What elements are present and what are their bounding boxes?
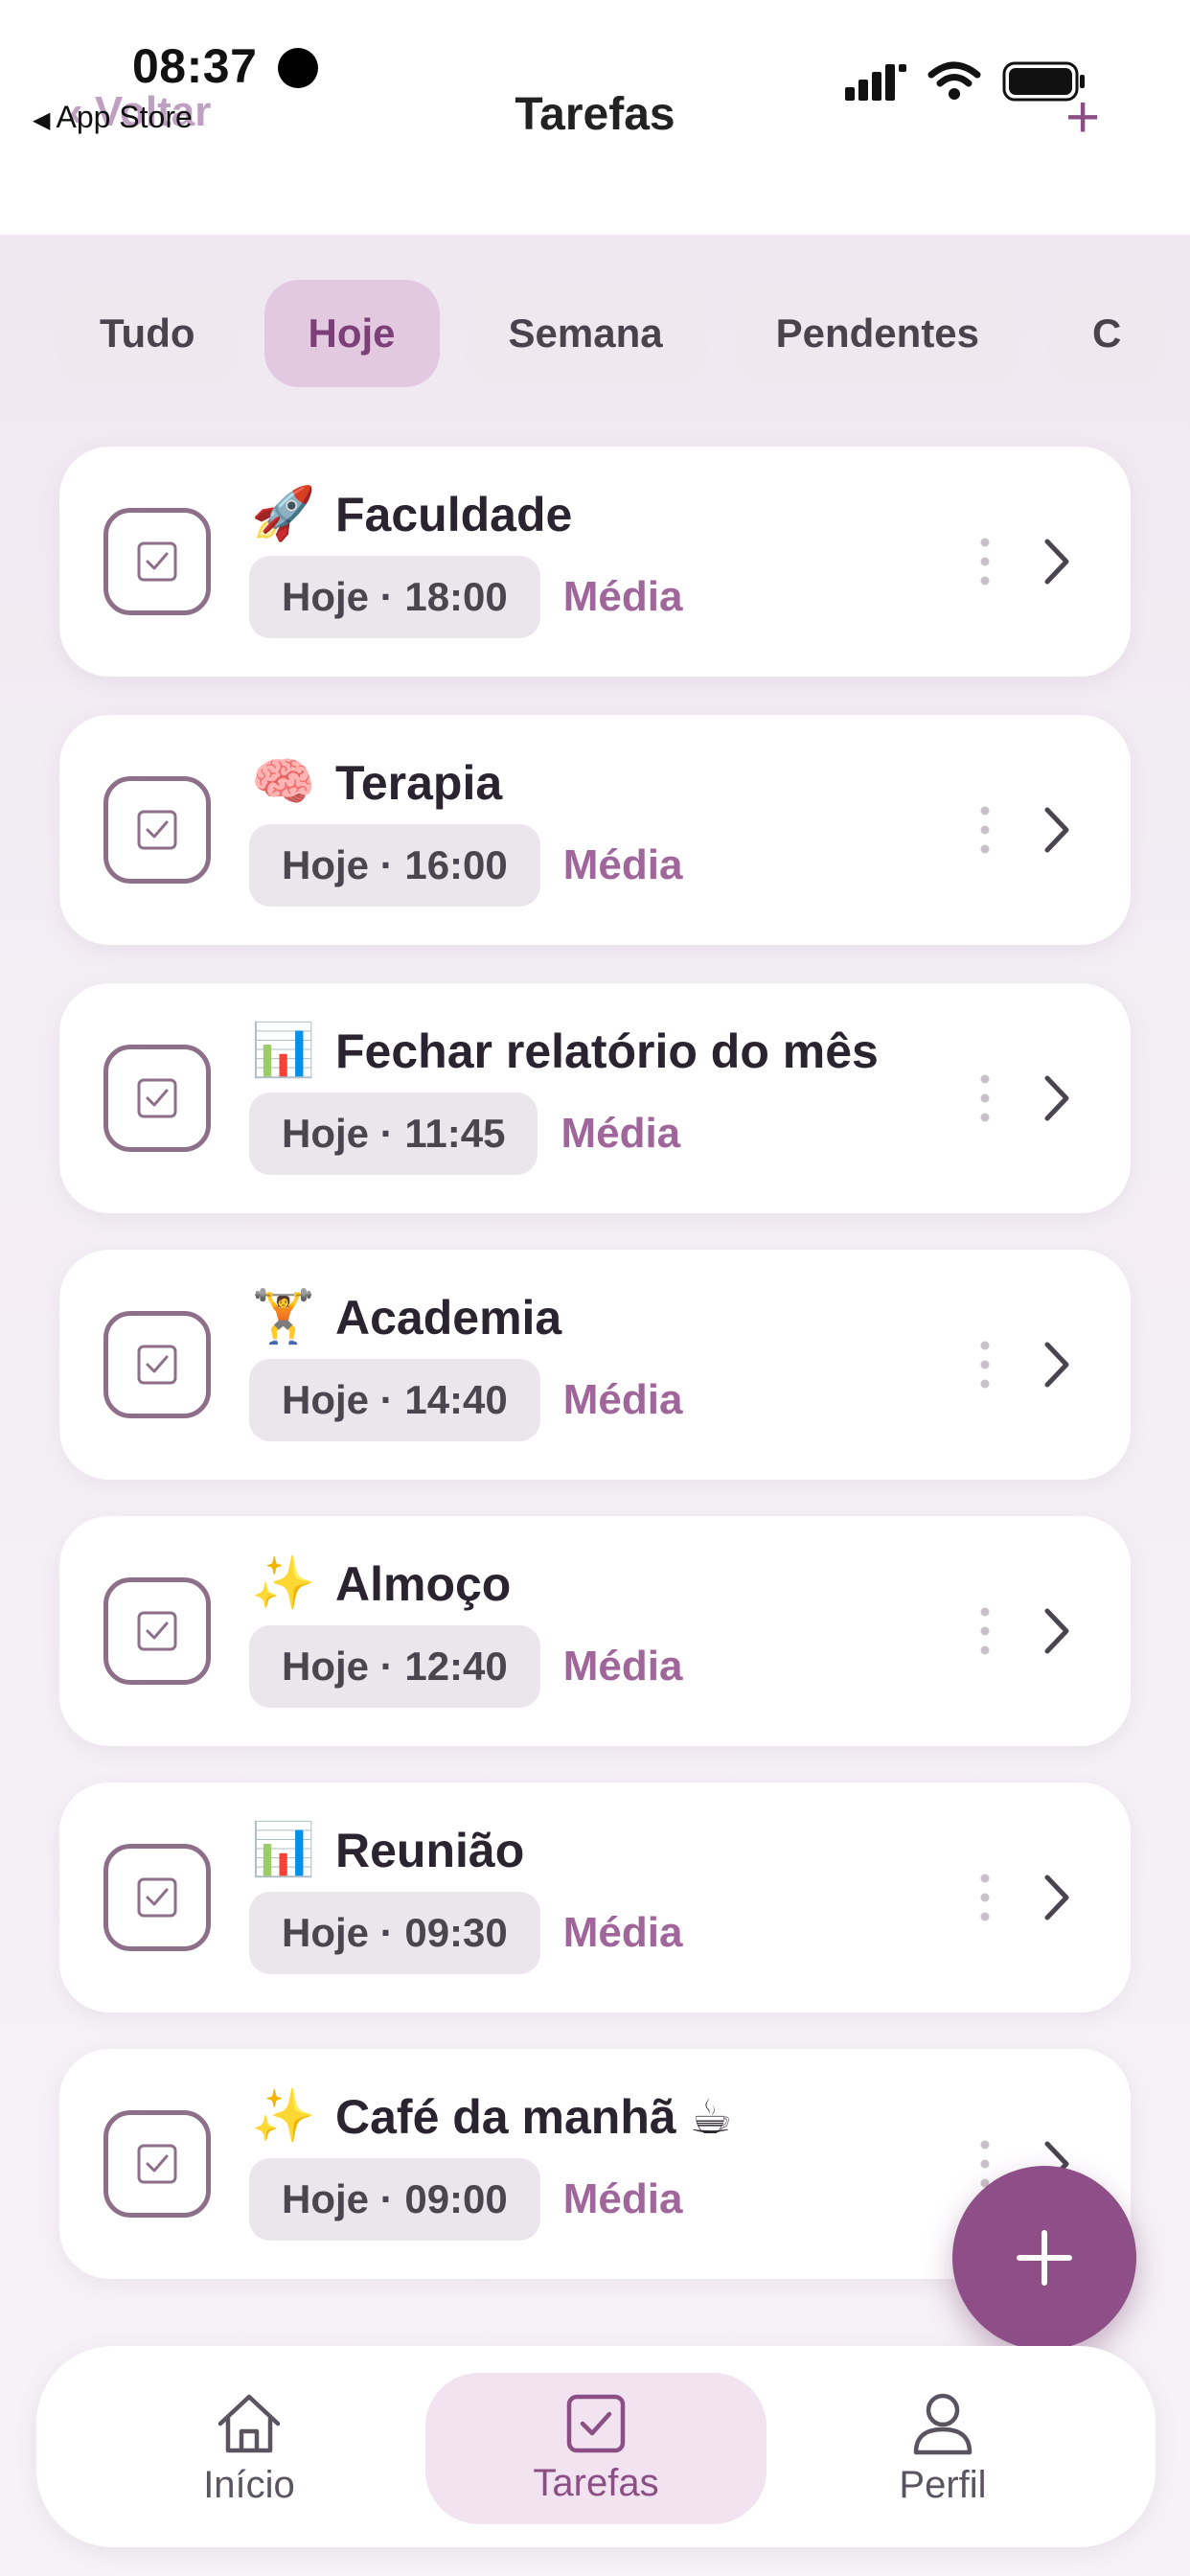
checkmark-icon [137, 1078, 177, 1118]
chevron-right-icon[interactable] [1042, 537, 1071, 586]
task-meta: Hoje · 12:40 Média [249, 1625, 682, 1708]
status-icons [845, 61, 1087, 102]
task-due-pill: Hoje · 14:40 [249, 1359, 540, 1441]
checkmark-icon [137, 810, 177, 850]
bottom-tab-bar: Início Tarefas Perfil [36, 2346, 1156, 2547]
filter-chips: Tudo Hoje Semana Pendentes C [56, 280, 1190, 387]
task-title: Faculdade [335, 488, 573, 541]
plus-icon [1017, 2230, 1072, 2286]
task-card[interactable]: 🚀 Faculdade Hoje · 18:00 Média [59, 447, 1131, 677]
task-priority: Média [562, 841, 683, 888]
tab-perfil[interactable]: Perfil [772, 2373, 1113, 2524]
sparkles-icon: ✨ [251, 1554, 316, 1612]
bar-chart-icon: 📊 [251, 1821, 316, 1878]
tab-label: Tarefas [533, 2461, 659, 2504]
task-meta: Hoje · 18:00 Média [249, 556, 682, 638]
home-icon [217, 2394, 281, 2452]
wifi-icon [927, 61, 981, 100]
task-due-pill: Hoje · 16:00 [249, 824, 540, 907]
task-priority: Média [562, 1909, 683, 1956]
rocket-icon: 🚀 [251, 485, 316, 542]
status-time: 08:37 [132, 39, 258, 93]
task-title: Academia [335, 1291, 562, 1345]
checkmark-icon [137, 541, 177, 582]
tab-inicio[interactable]: Início [79, 2373, 420, 2524]
task-title: Café da manhã ☕ [335, 2090, 733, 2144]
cellular-signal-icon [845, 64, 906, 101]
task-due-pill: Hoje · 11:45 [249, 1092, 538, 1175]
task-card[interactable]: 🧠 Terapia Hoje · 16:00 Média [59, 715, 1131, 945]
chevron-right-icon[interactable] [1042, 1873, 1071, 1922]
task-title: Terapia [335, 756, 503, 810]
task-card[interactable]: ✨ Almoço Hoje · 12:40 Média [59, 1516, 1131, 1746]
more-options-icon[interactable] [979, 1873, 991, 1922]
more-options-icon[interactable] [979, 1073, 991, 1123]
brain-icon: 🧠 [251, 753, 316, 811]
filter-chip-hoje[interactable]: Hoje [263, 280, 440, 387]
task-title: Reunião [335, 1824, 525, 1877]
task-meta: Hoje · 14:40 Média [249, 1359, 682, 1441]
task-priority: Média [562, 2175, 683, 2222]
add-task-fab[interactable] [952, 2166, 1136, 2350]
task-checkbox[interactable] [103, 1577, 211, 1685]
task-checkbox[interactable] [103, 1311, 211, 1418]
more-options-icon[interactable] [979, 1340, 991, 1390]
task-meta: Hoje · 09:00 Média [249, 2158, 682, 2241]
sparkles-icon: ✨ [251, 2087, 316, 2145]
tab-label: Início [203, 2463, 295, 2506]
task-title: Fechar relatório do mês [335, 1024, 879, 1078]
task-priority: Média [562, 1643, 683, 1690]
more-options-icon[interactable] [979, 2139, 991, 2189]
task-priority: Média [561, 1110, 681, 1157]
chevron-right-icon[interactable] [1042, 1073, 1071, 1123]
chevron-right-icon[interactable] [1042, 1340, 1071, 1390]
task-checkbox[interactable] [103, 2110, 211, 2218]
filter-chip-tudo[interactable]: Tudo [56, 280, 240, 387]
task-due-pill: Hoje · 09:30 [249, 1892, 540, 1974]
person-icon [913, 2393, 973, 2454]
task-checkbox[interactable] [103, 1045, 211, 1152]
more-options-icon[interactable] [979, 1606, 991, 1656]
filter-chip-pendentes[interactable]: Pendentes [731, 280, 1024, 387]
recording-indicator-icon [278, 48, 318, 88]
task-meta: Hoje · 09:30 Média [249, 1892, 682, 1974]
checkbox-icon [566, 2394, 626, 2452]
weightlifter-icon: 🏋️ [251, 1288, 316, 1346]
bar-chart-icon: 📊 [251, 1022, 316, 1079]
task-card[interactable]: 📊 Reunião Hoje · 09:30 Média [59, 1782, 1131, 2012]
task-title: Almoço [335, 1557, 512, 1611]
task-meta: Hoje · 16:00 Média [249, 824, 682, 907]
task-card[interactable]: 📊 Fechar relatório do mês Hoje · 11:45 M… [59, 983, 1131, 1213]
top-header: 08:37 ‹ Voltar ◀ App Store Tarefas + [0, 0, 1190, 235]
task-checkbox[interactable] [103, 508, 211, 615]
filter-chip-semana[interactable]: Semana [464, 280, 707, 387]
tab-tarefas[interactable]: Tarefas [425, 2373, 767, 2524]
tab-label: Perfil [899, 2463, 987, 2506]
checkmark-icon [137, 1345, 177, 1385]
task-due-pill: Hoje · 12:40 [249, 1625, 540, 1708]
task-checkbox[interactable] [103, 776, 211, 884]
chevron-right-icon[interactable] [1042, 1606, 1071, 1656]
more-options-icon[interactable] [979, 805, 991, 855]
more-options-icon[interactable] [979, 537, 991, 586]
checkmark-icon [137, 1611, 177, 1651]
checkmark-icon [137, 2144, 177, 2184]
task-card[interactable]: 🏋️ Academia Hoje · 14:40 Média [59, 1250, 1131, 1480]
task-meta: Hoje · 11:45 Média [249, 1092, 680, 1175]
task-due-pill: Hoje · 09:00 [249, 2158, 540, 2241]
task-due-pill: Hoje · 18:00 [249, 556, 540, 638]
add-task-header-button[interactable]: + [1065, 88, 1100, 148]
task-priority: Média [562, 573, 683, 620]
task-priority: Média [562, 1376, 683, 1423]
filter-chip-more[interactable]: C [1048, 280, 1166, 387]
task-checkbox[interactable] [103, 1844, 211, 1951]
chevron-right-icon[interactable] [1042, 805, 1071, 855]
checkmark-icon [137, 1877, 177, 1918]
